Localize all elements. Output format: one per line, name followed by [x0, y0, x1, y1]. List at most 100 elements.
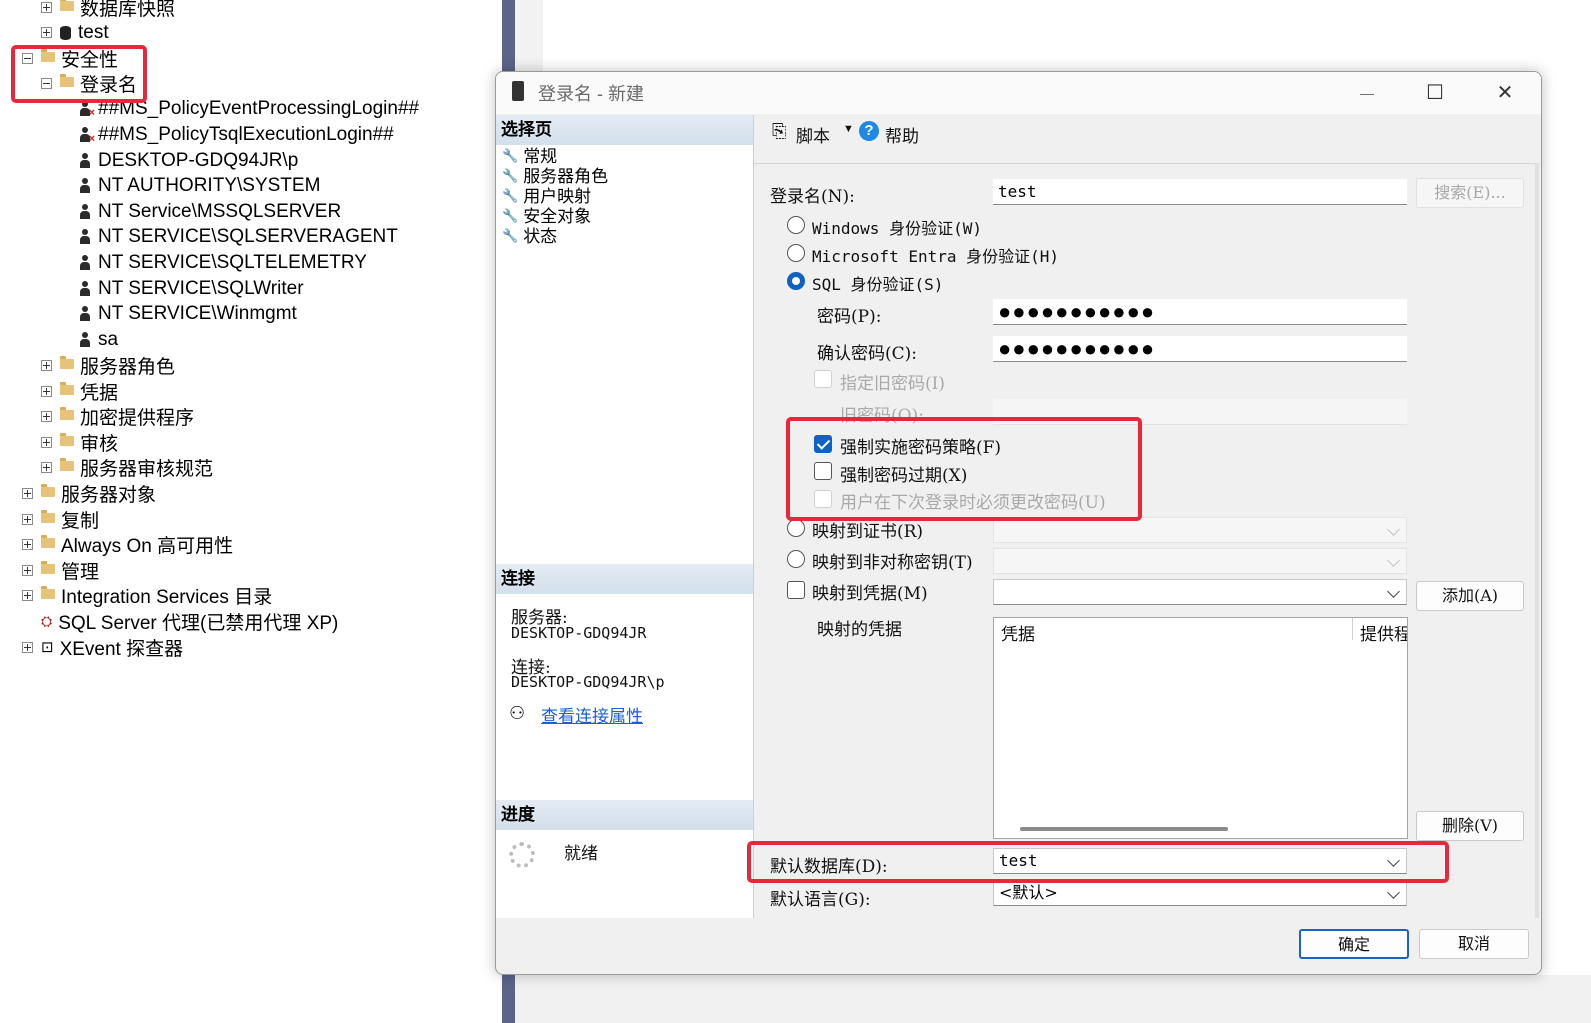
- map-asymmetric-key-radio[interactable]: [787, 550, 805, 568]
- tree-node[interactable]: Integration Services 目录: [22, 583, 272, 609]
- remove-button[interactable]: 删除(V): [1416, 811, 1524, 841]
- tree-node[interactable]: NT Service\MSSQLSERVER: [78, 199, 341, 225]
- tree-node-label: Integration Services 目录: [61, 587, 273, 609]
- folder-icon: [60, 355, 74, 369]
- windows-auth-radio[interactable]: [787, 216, 805, 234]
- tree-node[interactable]: 复制: [22, 506, 99, 532]
- expand-icon[interactable]: [22, 513, 33, 525]
- expand-icon[interactable]: [41, 27, 52, 39]
- expand-icon[interactable]: [41, 411, 52, 423]
- default-language-combo[interactable]: <默认>: [993, 880, 1407, 906]
- entra-auth-label[interactable]: Microsoft Entra 身份验证(H): [812, 243, 1059, 267]
- tree-node[interactable]: NT SERVICE\SQLTELEMETRY: [78, 250, 367, 276]
- select-page-item[interactable]: 🔧 用户映射: [502, 187, 591, 207]
- tree-node[interactable]: 凭据: [41, 378, 118, 404]
- sql-auth-label[interactable]: SQL 身份验证(S): [812, 271, 943, 295]
- ok-button[interactable]: 确定: [1299, 929, 1409, 959]
- select-page-item[interactable]: 🔧 服务器角色: [502, 167, 608, 187]
- map-credential-checkbox[interactable]: [787, 581, 805, 599]
- specify-old-password-checkbox[interactable]: [814, 370, 832, 388]
- dialog-toolbar: ⎘ 脚本 ▼ ? 帮助: [754, 115, 1540, 164]
- close-button[interactable]: ✕: [1485, 76, 1525, 110]
- expand-icon[interactable]: [22, 641, 33, 653]
- select-page-item[interactable]: 🔧 安全对象: [502, 207, 591, 227]
- agent-icon: ⛭: [41, 612, 53, 629]
- cancel-button[interactable]: 取消: [1419, 929, 1529, 959]
- map-asymmetric-key-label[interactable]: 映射到非对称密钥(T): [812, 548, 973, 573]
- asymmetric-key-combo[interactable]: [993, 548, 1407, 574]
- select-page-item[interactable]: 🔧 状态: [502, 227, 557, 247]
- tree-node[interactable]: 服务器对象: [22, 480, 156, 506]
- tree-node[interactable]: 服务器角色: [41, 352, 175, 378]
- user-icon: [78, 229, 92, 245]
- tree-node[interactable]: ⛭ SQL Server 代理(已禁用代理 XP): [41, 608, 338, 634]
- login-name-input[interactable]: test: [993, 179, 1407, 205]
- confirm-password-input[interactable]: ●●●●●●●●●●●: [993, 336, 1407, 362]
- expand-icon[interactable]: [22, 487, 33, 499]
- help-icon[interactable]: ?: [859, 121, 879, 141]
- credential-combo[interactable]: [993, 579, 1407, 605]
- tree-node[interactable]: Always On 高可用性: [22, 532, 233, 558]
- expand-icon[interactable]: [41, 359, 52, 371]
- expand-icon[interactable]: [41, 385, 52, 397]
- select-page-item[interactable]: 🔧 常规: [502, 147, 557, 167]
- folder-icon: [60, 432, 74, 446]
- tree-node[interactable]: NT SERVICE\SQLSERVERAGENT: [78, 224, 398, 250]
- expand-icon[interactable]: [41, 1, 52, 13]
- left-pane: 选择页 🔧 常规 🔧 服务器角色 🔧 用户映射 🔧 安全对象 🔧 状态 连接 服务器: DESKT…: [496, 115, 754, 918]
- sql-auth-radio[interactable]: [787, 272, 805, 290]
- mapped-credentials-grid[interactable]: 凭据 提供程: [993, 617, 1408, 839]
- connection-properties-icon: ⚇: [509, 703, 526, 723]
- tree-node[interactable]: NT AUTHORITY\SYSTEM: [78, 173, 320, 199]
- tree-node[interactable]: 审核: [41, 429, 118, 455]
- highlight-security-box: [11, 45, 147, 103]
- default-language-value: <默认>: [999, 883, 1058, 902]
- password-input[interactable]: ●●●●●●●●●●●: [993, 299, 1407, 325]
- script-dropdown-icon[interactable]: ▼: [843, 123, 854, 135]
- search-button[interactable]: 搜索(E)...: [1416, 178, 1524, 208]
- view-connection-properties-link[interactable]: 查看连接属性: [541, 702, 643, 727]
- script-icon[interactable]: ⎘: [772, 121, 786, 142]
- grid-header-provider[interactable]: 提供程: [1360, 620, 1407, 645]
- expand-icon[interactable]: [41, 462, 52, 474]
- entra-auth-radio[interactable]: [787, 244, 805, 262]
- grid-header-credential[interactable]: 凭据: [1001, 620, 1035, 645]
- expand-icon[interactable]: [22, 590, 33, 602]
- tree-node[interactable]: NT SERVICE\SQLWriter: [78, 276, 304, 302]
- tree-node[interactable]: × ##MS_PolicyTsqlExecutionLogin##: [78, 122, 394, 148]
- expand-icon[interactable]: [22, 539, 33, 551]
- horizontal-scrollbar[interactable]: [1020, 827, 1228, 831]
- expand-icon[interactable]: [22, 564, 33, 576]
- tree-node[interactable]: 数据库快照: [41, 0, 175, 20]
- chevron-down-icon: [1387, 886, 1400, 899]
- user-icon: [78, 255, 92, 271]
- tree-node[interactable]: 管理: [22, 557, 99, 583]
- chevron-down-icon: [1387, 554, 1400, 567]
- user-icon: [78, 178, 92, 194]
- add-button[interactable]: 添加(A): [1416, 581, 1524, 611]
- tree-node[interactable]: test: [41, 20, 109, 46]
- tree-node[interactable]: sa: [78, 327, 118, 353]
- confirm-password-label: 确认密码(C):: [817, 344, 917, 364]
- windows-auth-label[interactable]: Windows 身份验证(W): [812, 215, 982, 239]
- select-page-label: 状态: [523, 227, 558, 247]
- tree-node[interactable]: 加密提供程序: [41, 404, 194, 430]
- dialog-titlebar[interactable]: 登录名 - 新建 — ☐ ✕: [496, 72, 1541, 114]
- tree-node[interactable]: NT SERVICE\Winmgmt: [78, 301, 297, 327]
- maximize-button[interactable]: ☐: [1415, 76, 1455, 110]
- expand-icon[interactable]: [41, 436, 52, 448]
- help-button[interactable]: 帮助: [885, 122, 919, 147]
- tree-node[interactable]: DESKTOP-GDQ94JR\p: [78, 148, 298, 174]
- vertical-scrollbar[interactable]: [1535, 163, 1539, 918]
- tree-node[interactable]: ⊡ XEvent 探查器: [22, 634, 183, 660]
- script-button[interactable]: 脚本: [796, 122, 830, 147]
- map-certificate-radio[interactable]: [787, 519, 805, 537]
- user-icon: [78, 203, 92, 220]
- select-page-label: 安全对象: [523, 207, 592, 227]
- tree-node-label: 服务器角色: [80, 356, 176, 378]
- tree-node[interactable]: 服务器审核规范: [41, 455, 213, 481]
- map-credential-label[interactable]: 映射到凭据(M): [812, 579, 928, 604]
- tree-node-label: test: [78, 21, 109, 43]
- wrench-icon: 🔧: [502, 189, 519, 204]
- minimize-button[interactable]: —: [1347, 76, 1387, 110]
